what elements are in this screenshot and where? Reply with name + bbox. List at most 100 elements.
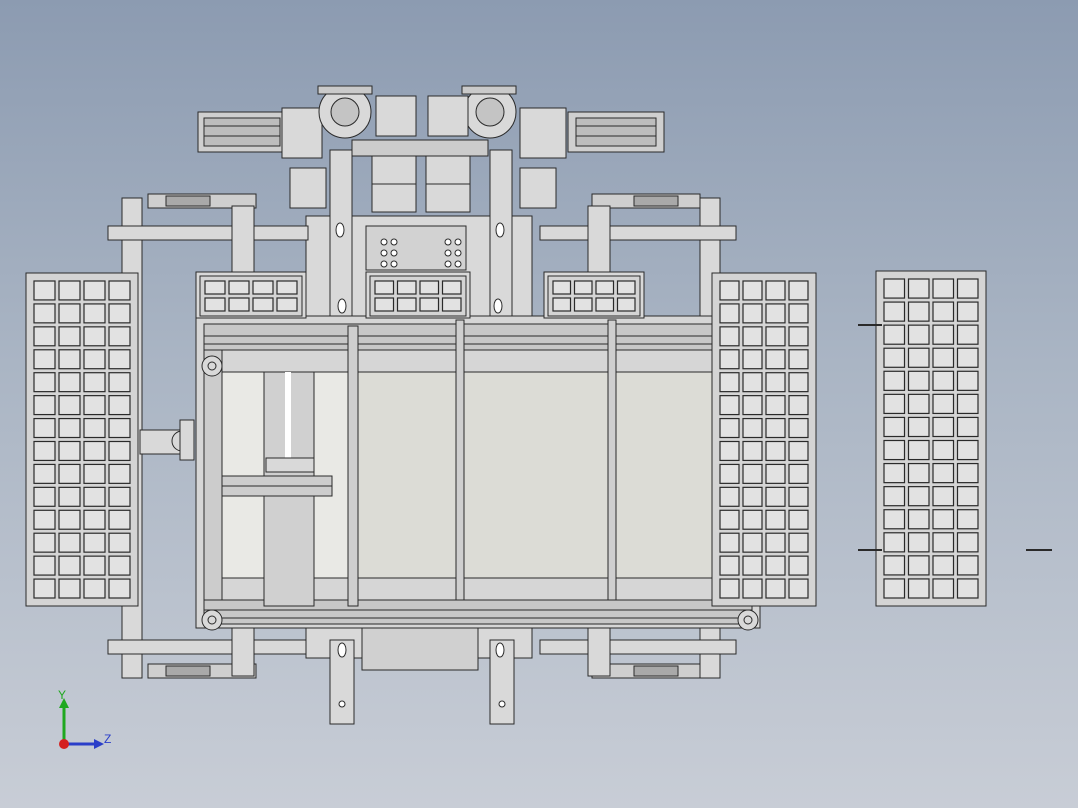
tray-cell: [788, 395, 809, 416]
tray-cell: [788, 280, 809, 301]
tray-cell: [932, 324, 955, 345]
tray-cell: [595, 280, 615, 295]
tray-cell: [108, 578, 131, 599]
tray-cell: [883, 532, 906, 553]
tray-cell: [33, 395, 56, 416]
tray-cell: [83, 440, 106, 462]
tray-strip-3[interactable]: [547, 275, 641, 317]
tray-cell: [33, 486, 56, 507]
tray-cell: [765, 532, 786, 553]
tray-cell: [742, 280, 763, 301]
tray-cell: [907, 509, 930, 530]
tray-cell: [396, 280, 417, 295]
tray-cell: [932, 347, 955, 368]
top-left-motor[interactable]: [317, 85, 417, 139]
tray-cell: [907, 301, 930, 322]
tray-cell: [83, 303, 106, 324]
tray-cell: [719, 509, 740, 530]
tray-cell: [58, 463, 81, 484]
right-inner-tray[interactable]: [711, 272, 817, 607]
tray-cell: [765, 372, 786, 393]
tray-cell: [719, 555, 740, 576]
tray-cell: [616, 280, 636, 295]
tray-cell: [788, 578, 809, 599]
tray-cell: [742, 532, 763, 553]
tray-cell: [883, 301, 906, 322]
tray-cell: [108, 417, 131, 439]
tray-cell: [33, 280, 56, 301]
tray-cell: [907, 416, 930, 438]
tray-cell: [788, 463, 809, 484]
tray-cell: [83, 326, 106, 347]
tray-cell: [83, 417, 106, 439]
tray-cell: [58, 372, 81, 393]
tray-cell: [765, 303, 786, 324]
tray-cell: [276, 297, 298, 312]
tray-cell: [883, 324, 906, 345]
right-pneumatic-cylinder[interactable]: [519, 107, 665, 159]
tray-cell: [742, 555, 763, 576]
tray-cell: [552, 280, 572, 295]
cad-graphics-viewport[interactable]: Y Z: [0, 0, 1078, 808]
tray-cell: [932, 416, 955, 438]
tray-cell: [108, 395, 131, 416]
tray-cell: [108, 532, 131, 553]
tray-cell: [58, 509, 81, 530]
main-box-enclosure[interactable]: [195, 315, 761, 629]
tray-cell: [742, 417, 763, 439]
tray-cell: [719, 417, 740, 439]
tray-cell: [765, 440, 786, 462]
tray-cell: [83, 372, 106, 393]
tray-cell: [788, 417, 809, 439]
tray-cell: [907, 462, 930, 484]
tray-cell: [204, 297, 226, 312]
tray-cell: [956, 555, 979, 576]
tray-cell: [742, 578, 763, 599]
tray-cell: [108, 555, 131, 576]
tray-cell: [932, 509, 955, 530]
tray-cell: [883, 462, 906, 484]
tray-cell: [788, 372, 809, 393]
tray-cell: [616, 297, 636, 312]
tray-cell: [33, 555, 56, 576]
tray-cell: [742, 303, 763, 324]
tray-cell: [33, 463, 56, 484]
tray-cell: [883, 439, 906, 461]
tray-cell: [83, 280, 106, 301]
tray-cell: [58, 303, 81, 324]
tray-cell: [932, 532, 955, 553]
tray-cell: [883, 509, 906, 530]
coordinate-triad: Y Z: [48, 684, 128, 764]
machine-assembly-model[interactable]: [0, 0, 1078, 808]
tray-cell: [83, 349, 106, 370]
tray-cell: [719, 349, 740, 370]
tray-strip-1[interactable]: [199, 275, 303, 317]
bottom-mounting-brackets[interactable]: [305, 627, 533, 725]
tray-strip-2[interactable]: [369, 275, 467, 317]
tray-cell: [883, 370, 906, 391]
tray-cell: [252, 280, 274, 295]
tray-cell: [765, 486, 786, 507]
tray-cell: [252, 297, 274, 312]
tray-cell: [58, 486, 81, 507]
tray-cell: [765, 509, 786, 530]
left-outer-tray[interactable]: [25, 272, 139, 607]
tray-cell: [108, 280, 131, 301]
tray-cell: [204, 280, 226, 295]
tray-cell: [932, 462, 955, 484]
tray-cell: [108, 486, 131, 507]
tray-cell: [956, 370, 979, 391]
top-right-motor[interactable]: [427, 85, 517, 139]
tray-cell: [58, 326, 81, 347]
left-pneumatic-cylinder[interactable]: [197, 107, 323, 159]
tray-cell: [907, 532, 930, 553]
tray-cell: [742, 372, 763, 393]
tray-cell: [719, 303, 740, 324]
tray-cell: [419, 297, 440, 312]
tray-cell: [33, 303, 56, 324]
tray-cell: [33, 326, 56, 347]
tray-cell: [83, 395, 106, 416]
tray-cell: [932, 555, 955, 576]
tray-cell: [83, 486, 106, 507]
detached-tray[interactable]: [875, 270, 987, 607]
